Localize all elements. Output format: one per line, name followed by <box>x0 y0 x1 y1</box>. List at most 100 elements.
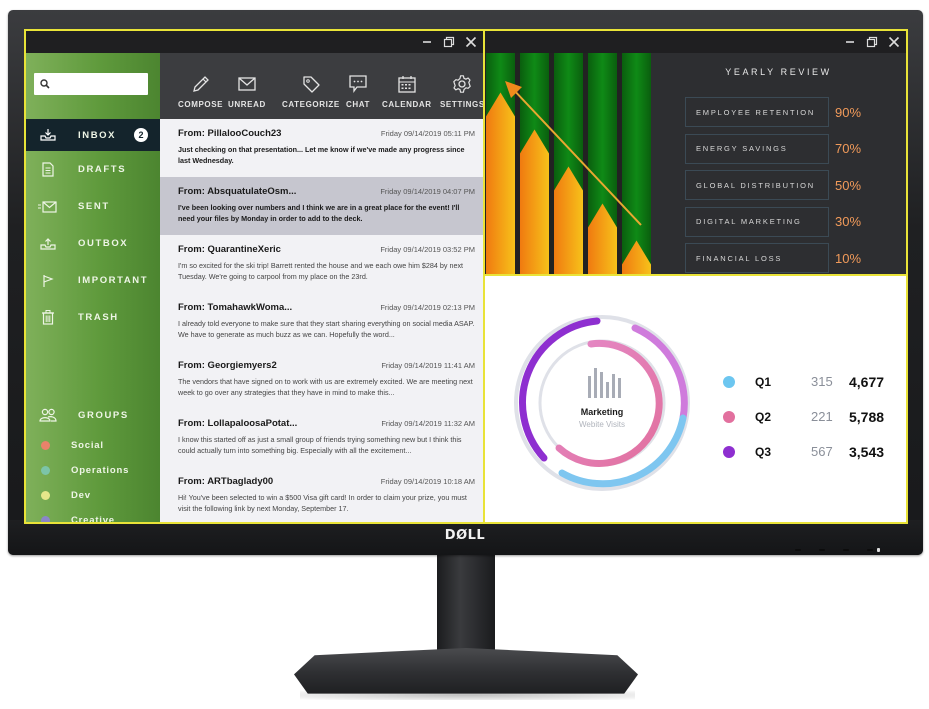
legend-quarter: Q2 <box>755 409 772 424</box>
search-box[interactable] <box>34 73 148 95</box>
nav-item-drafts[interactable]: DRAFTS <box>26 151 160 188</box>
yearly-review-panel: YEARLY REVIEW EMPLOYEE RETENTION 90% ENERG… <box>651 53 906 274</box>
compose-button[interactable]: COMPOSE <box>178 74 223 109</box>
flag-icon <box>38 273 58 289</box>
yearly-review-window: YEARLY REVIEW EMPLOYEE RETENTION 90% ENERG… <box>483 29 908 276</box>
mail-window: INBOX 2 DRAFTS SENT OUTBOX IMPORTANT TRA… <box>24 29 485 524</box>
legend-color-dot <box>723 375 735 388</box>
message-item[interactable]: From: TomahawkWoma... Friday 09/14/2019 0… <box>160 293 483 351</box>
legend-quarter: Q1 <box>755 374 772 389</box>
legend-primary-value: 5,788 <box>849 408 885 425</box>
close-button[interactable] <box>463 34 479 50</box>
message-sender: From: TomahawkWoma... <box>178 302 293 313</box>
message-sender: From: Georgiemyers2 <box>178 360 277 371</box>
document-icon <box>38 162 58 178</box>
unread-button[interactable]: UNREAD <box>228 74 266 109</box>
bezel-button[interactable] <box>843 549 849 551</box>
tag-icon <box>303 76 320 93</box>
groups-header[interactable]: GROUPS <box>26 405 160 425</box>
group-users-icon <box>38 408 58 422</box>
message-preview: I'm so excited for the ski trip! Barrett… <box>178 261 464 281</box>
review-row: GLOBAL DISTRIBUTION 50% <box>685 170 885 200</box>
settings-button[interactable]: SETTINGS <box>440 74 485 109</box>
nav-label: INBOX <box>78 129 117 141</box>
message-header: From: Georgiemyers2 Friday 09/14/2019 11:… <box>178 360 475 371</box>
message-date: Friday 09/14/2019 02:13 PM <box>380 303 475 312</box>
nav-item-sent[interactable]: SENT <box>26 188 160 225</box>
message-date: Friday 09/14/2019 11:41 AM <box>381 361 475 370</box>
group-item-dev[interactable]: Dev <box>26 483 160 508</box>
message-item[interactable]: From: ARTbaglady00 Friday 09/14/2019 10:1… <box>160 467 483 522</box>
gear-icon <box>453 75 472 93</box>
message-sender: From: ARTbaglady00 <box>178 476 274 487</box>
nav-item-inbox[interactable]: INBOX 2 <box>26 119 160 151</box>
nav-label: OUTBOX <box>78 238 129 249</box>
message-item[interactable]: From: QuarantineXeric Friday 09/14/2019 0… <box>160 235 483 293</box>
message-header: From: TomahawkWoma... Friday 09/14/2019 0… <box>178 302 475 313</box>
search-input[interactable] <box>54 75 144 93</box>
minimize-button[interactable] <box>842 34 858 50</box>
group-label: Creative <box>71 515 115 524</box>
mail-toolbar: COMPOSE UNREAD CATEGORIZE CHAT CALENDAR … <box>160 53 483 119</box>
minimize-icon <box>423 41 431 43</box>
groups-label: GROUPS <box>78 409 129 421</box>
ring-title: Marketing <box>581 407 624 417</box>
restore-icon <box>443 36 455 48</box>
restore-icon <box>866 36 878 48</box>
message-item[interactable]: From: PillalooCouch23 Friday 09/14/2019 0… <box>160 119 483 177</box>
message-preview: Hi! You've been selected to win a $500 V… <box>178 493 467 513</box>
nav-item-outbox[interactable]: OUTBOX <box>26 225 160 262</box>
message-header: From: QuarantineXeric Friday 09/14/2019 0… <box>178 244 475 255</box>
pencil-icon <box>192 76 209 92</box>
close-button[interactable] <box>886 34 902 50</box>
calendar-icon <box>398 76 416 93</box>
close-icon <box>465 36 477 48</box>
bezel-buttons <box>795 549 873 551</box>
message-date: Friday 09/14/2019 05:11 PM <box>380 129 475 138</box>
review-metric-label: DIGITAL MARKETING <box>685 206 829 237</box>
message-item[interactable]: From: LollapaloosaPotat... Friday 09/14/2… <box>160 409 483 467</box>
categorize-button[interactable]: CATEGORIZE <box>282 74 340 109</box>
arrow-bar <box>520 129 549 274</box>
ring-chart-svg: Marketing Webite Visits <box>514 315 690 491</box>
bar-chart-glyph-icon <box>588 368 621 398</box>
minimize-button[interactable] <box>419 34 435 50</box>
marketing-window: Marketing Webite Visits Q1 315 4,677 Q2 221 5… <box>483 274 908 524</box>
restore-button[interactable] <box>441 34 457 50</box>
calendar-button[interactable]: CALENDAR <box>382 74 432 109</box>
bezel-button[interactable] <box>819 549 825 551</box>
legend-secondary-value: 221 <box>811 409 833 424</box>
review-row: EMPLOYEE RETENTION 90% <box>685 97 885 127</box>
group-label: Operations <box>71 465 130 476</box>
group-item-operations[interactable]: Operations <box>26 458 160 483</box>
inbox-icon <box>38 127 58 143</box>
group-item-social[interactable]: Social <box>26 433 160 458</box>
review-row: FINANCIAL LOSS 10% <box>685 243 885 273</box>
bezel-button[interactable] <box>795 549 801 551</box>
message-preview: Just checking on that presentation... Le… <box>178 145 465 165</box>
tool-label: CATEGORIZE <box>282 100 340 109</box>
mail-sidebar: INBOX 2 DRAFTS SENT OUTBOX IMPORTANT TRA… <box>26 53 160 522</box>
nav-label: SENT <box>78 201 110 212</box>
tool-label: CHAT <box>346 100 371 109</box>
nav-item-trash[interactable]: TRASH <box>26 299 160 336</box>
review-metric-label: GLOBAL DISTRIBUTION <box>685 170 829 200</box>
review-title: YEARLY REVIEW <box>725 67 832 77</box>
restore-button[interactable] <box>864 34 880 50</box>
message-item[interactable]: From: AbsquatulateOsm... Friday 09/14/201… <box>160 177 483 235</box>
legend-secondary-value: 315 <box>811 374 833 389</box>
tool-label: SETTINGS <box>440 100 485 109</box>
bezel-button[interactable] <box>867 549 873 551</box>
group-item-creative[interactable]: Creative <box>26 508 160 524</box>
tool-label: COMPOSE <box>178 100 224 109</box>
nav-item-important[interactable]: IMPORTANT <box>26 262 160 299</box>
legend-primary-value: 4,677 <box>849 373 885 390</box>
mail-titlebar <box>26 31 483 53</box>
minimize-icon <box>846 41 854 43</box>
legend-quarter: Q3 <box>755 444 772 459</box>
power-button[interactable] <box>877 548 880 552</box>
group-color-dot <box>41 441 50 450</box>
group-label: Dev <box>71 490 91 501</box>
chat-button[interactable]: CHAT <box>346 74 370 109</box>
message-item[interactable]: From: Georgiemyers2 Friday 09/14/2019 11:… <box>160 351 483 409</box>
